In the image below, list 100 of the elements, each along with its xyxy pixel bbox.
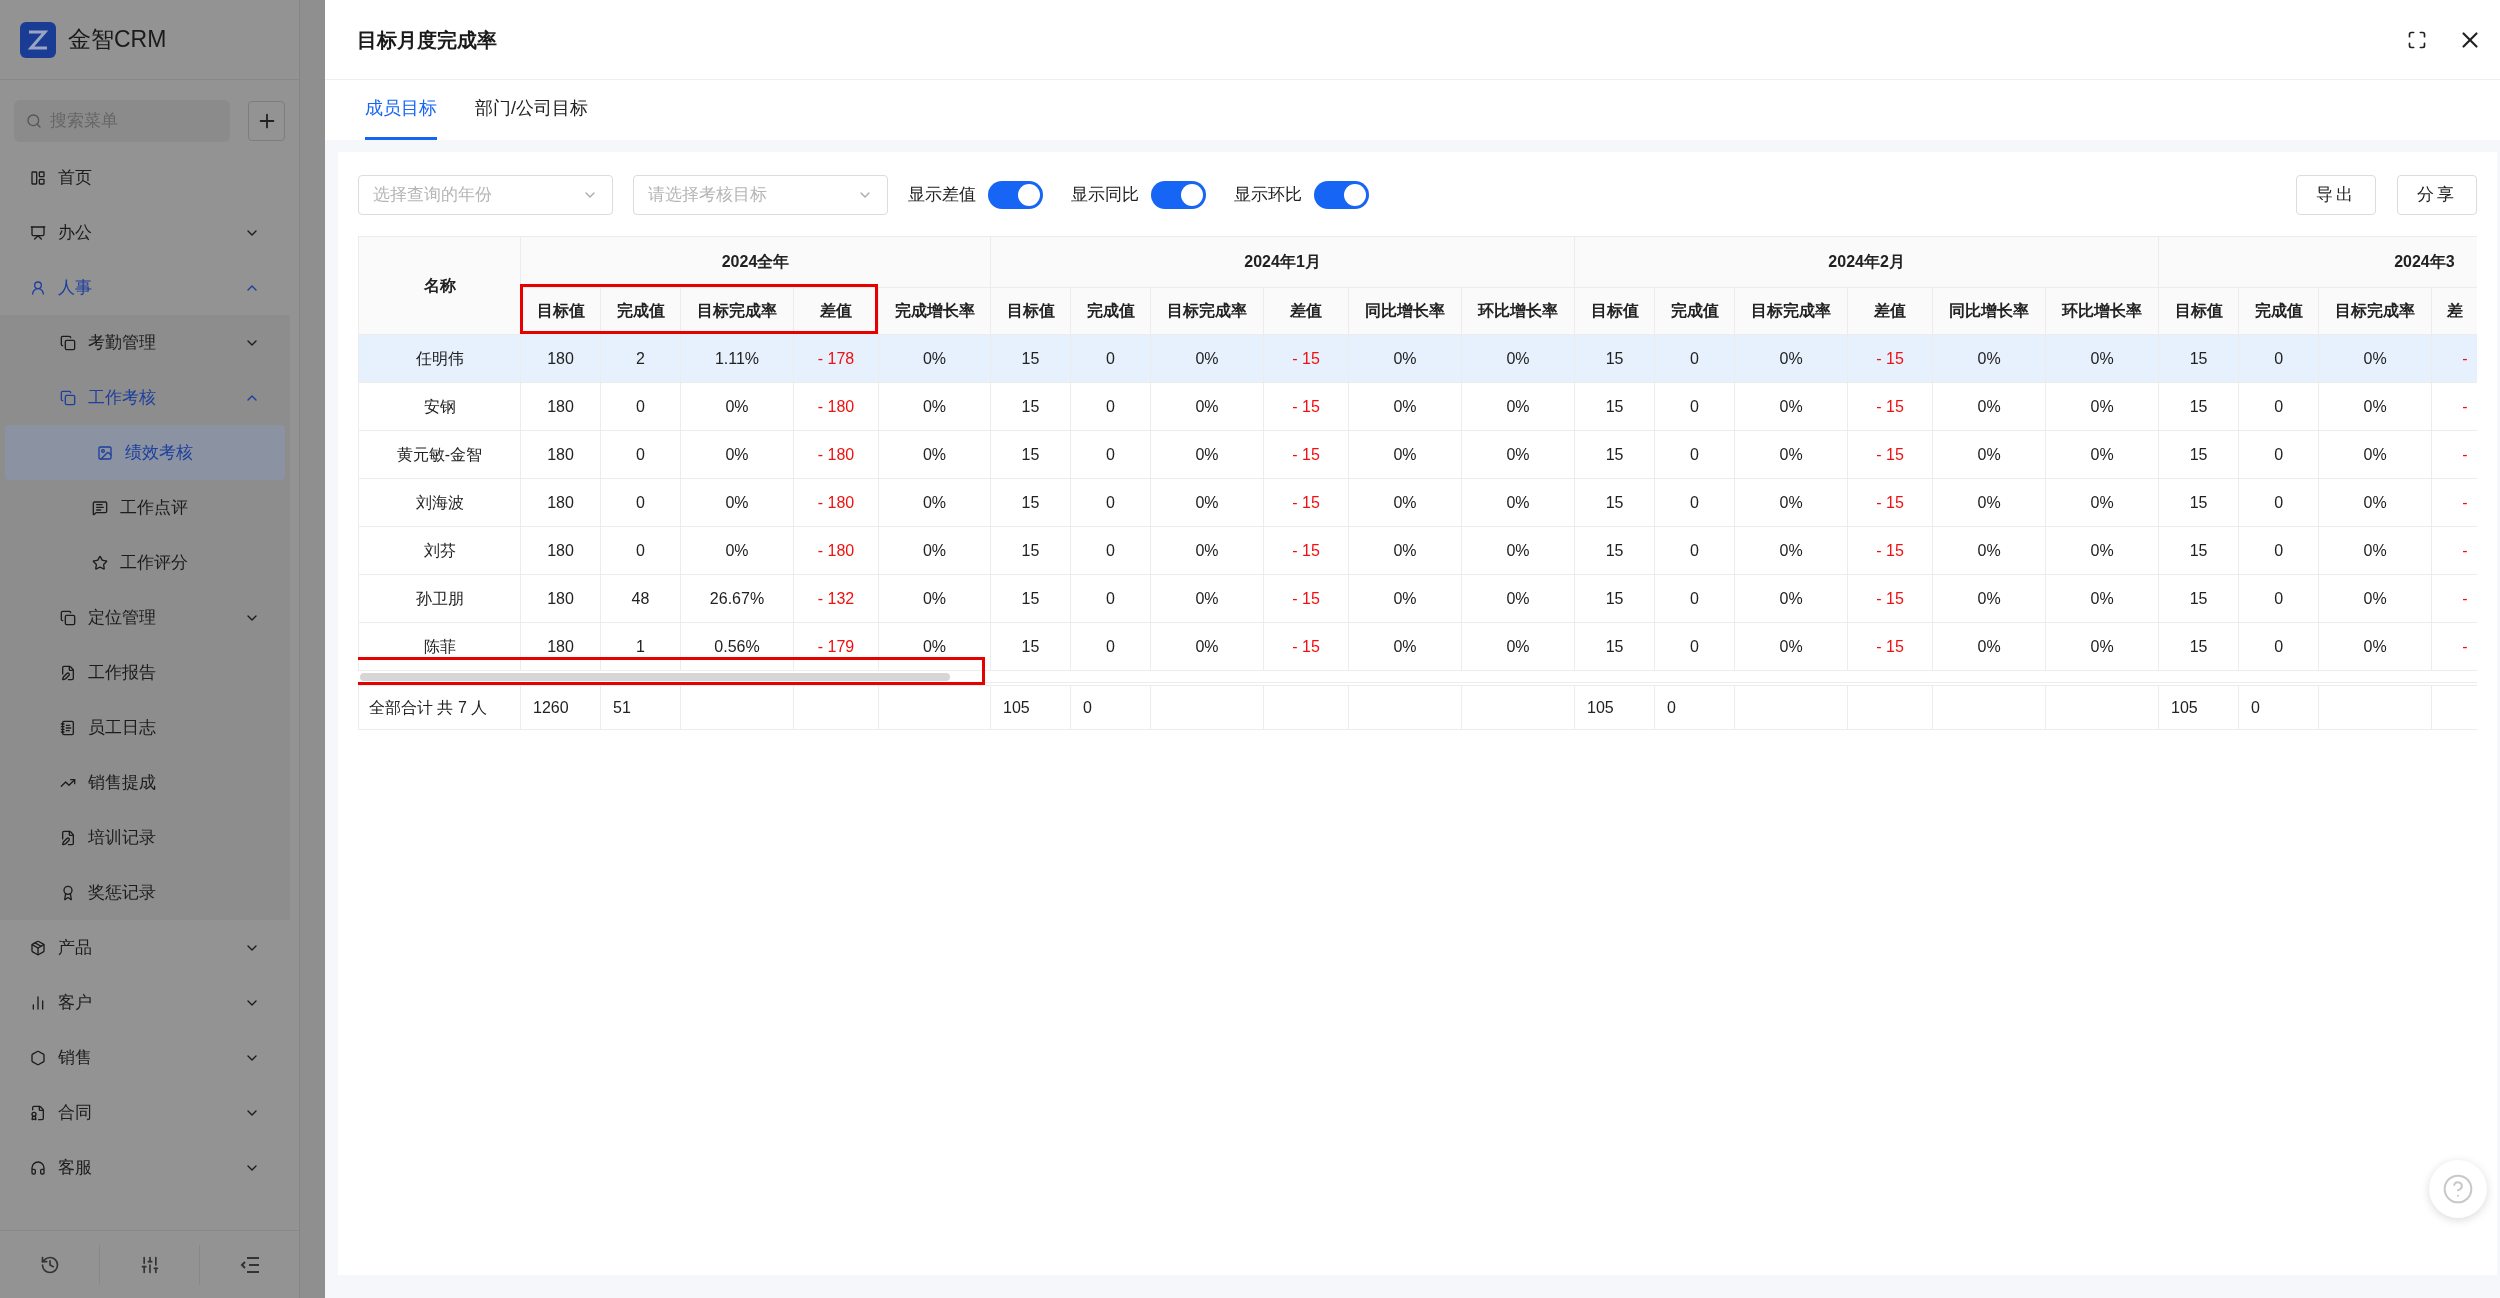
table-cell: - 15 — [1263, 622, 1349, 671]
table-cell: 0% — [1932, 478, 2046, 527]
logo-icon — [20, 21, 56, 58]
table-cell: 1 — [600, 622, 681, 671]
menu-item[interactable]: 产品 — [0, 920, 290, 975]
table-cell: 黄元敏-金智 — [358, 430, 521, 479]
column-header: 完成值 — [2238, 287, 2319, 335]
menu-item[interactable]: 工作报告 — [0, 645, 290, 700]
group-header: 2024全年 — [520, 236, 991, 288]
table-cell: - 15 — [1847, 430, 1933, 479]
table-cell: 0% — [2318, 622, 2432, 671]
column-header: 差值 — [1263, 287, 1349, 335]
table-cell: 0% — [1461, 526, 1575, 575]
column-header: 差值 — [793, 287, 879, 335]
menu-item[interactable]: 培训记录 — [0, 810, 290, 865]
menu-item[interactable]: 合同 — [0, 1085, 290, 1140]
table-row[interactable]: 孙卫朋 180 48 26.67% - 132 0% 15 0 0% - 15 0% 0% 15 0 0% - 15 0% 0% 15 0 0% - — [358, 574, 2477, 623]
star-icon — [92, 554, 108, 571]
fullscreen-icon[interactable] — [2407, 29, 2427, 50]
table-cell: 0% — [680, 478, 794, 527]
menu-item[interactable]: 绩效考核 — [5, 425, 285, 480]
sliders-icon[interactable] — [139, 1254, 160, 1275]
table-cell: 0% — [1150, 574, 1264, 623]
table-cell: 0% — [1932, 382, 2046, 431]
toggle-switch[interactable] — [1314, 181, 1369, 209]
menu-item[interactable]: 奖惩记录 — [0, 865, 290, 920]
copy-icon — [60, 609, 76, 626]
table-row[interactable]: 黄元敏-金智 180 0 0% - 180 0% 15 0 0% - 15 0% 0% 15 0 0% - 15 0% 0% 15 0 0% - — [358, 430, 2477, 479]
table-cell: 0% — [1348, 382, 1462, 431]
tab[interactable]: 成员目标 — [365, 80, 437, 140]
tab[interactable]: 部门/公司目标 — [475, 80, 588, 140]
action-button[interactable]: 导出 — [2296, 175, 2376, 215]
table-cell: 0 — [600, 526, 681, 575]
table-cell: - 179 — [793, 622, 879, 671]
table-cell: 0% — [1932, 334, 2046, 383]
table-cell: 0% — [1932, 622, 2046, 671]
table-cell: 0% — [1348, 478, 1462, 527]
table-cell: - 15 — [1847, 526, 1933, 575]
menu-item[interactable]: 员工日志 — [0, 700, 290, 755]
drawer-title: 目标月度完成率 — [357, 27, 498, 53]
menu-item[interactable]: 销售提成 — [0, 755, 290, 810]
table-cell: 0% — [1461, 622, 1575, 671]
table-cell: 安钢 — [358, 382, 521, 431]
table-row[interactable]: 任明伟 180 2 1.11% - 178 0% 15 0 0% - 15 0% 0% 15 0 0% - 15 0% 0% 15 0 0% - — [358, 334, 2477, 383]
headset-icon — [30, 1159, 46, 1176]
column-header: 目标值 — [2158, 287, 2239, 335]
table-row[interactable]: 安钢 180 0 0% - 180 0% 15 0 0% - 15 0% 0% 15 0 0% - 15 0% 0% 15 0 0% - — [358, 382, 2477, 431]
table-cell: 0% — [1150, 382, 1264, 431]
table-cell: - 132 — [793, 574, 879, 623]
toggle-switch[interactable] — [988, 181, 1043, 209]
table-cell: 180 — [520, 622, 601, 671]
menu-item[interactable]: 工作考核 — [0, 370, 290, 425]
add-button[interactable] — [248, 101, 285, 141]
document-edit-icon — [60, 829, 76, 846]
table-cell: 26.67% — [680, 574, 794, 623]
menu-item[interactable]: 办公 — [0, 205, 290, 260]
table-cell: 0% — [1734, 430, 1848, 479]
table-row[interactable]: 刘芬 180 0 0% - 180 0% 15 0 0% - 15 0% 0% 15 0 0% - 15 0% 0% 15 0 0% - — [358, 526, 2477, 575]
table-cell: 0% — [1150, 526, 1264, 575]
menu-item[interactable]: 销售 — [0, 1030, 290, 1085]
menu-item[interactable]: 定位管理 — [0, 590, 290, 645]
table-cell: 0 — [2238, 478, 2319, 527]
table-cell: 0% — [1932, 526, 2046, 575]
menu-item[interactable]: 首页 — [0, 150, 290, 205]
collapse-menu-icon[interactable] — [238, 1255, 261, 1274]
history-icon[interactable] — [39, 1254, 60, 1275]
column-header: 同比增长率 — [1348, 287, 1462, 335]
table-cell: 0% — [2318, 430, 2432, 479]
menu-item[interactable]: 考勤管理 — [0, 315, 290, 370]
notebook-icon — [60, 719, 76, 736]
column-header: 环比增长率 — [2045, 287, 2159, 335]
table-cell: - 15 — [1263, 382, 1349, 431]
table-cell: 0% — [2045, 334, 2159, 383]
table-row[interactable]: 陈菲 180 1 0.56% - 179 0% 15 0 0% - 15 0% 0% 15 0 0% - 15 0% 0% 15 0 0% - — [358, 622, 2477, 671]
table-cell: 180 — [520, 382, 601, 431]
table-cell: 15 — [2158, 334, 2239, 383]
menu-item[interactable]: 工作评分 — [0, 535, 290, 590]
table-cell: 15 — [2158, 622, 2239, 671]
table-cell: 15 — [2158, 574, 2239, 623]
toggle-switch[interactable] — [1151, 181, 1206, 209]
menu-item[interactable]: 客服 — [0, 1140, 290, 1195]
table-cell: 0 — [2238, 622, 2319, 671]
menu-item[interactable]: 人事 — [0, 260, 290, 315]
menu-item[interactable]: 客户 — [0, 975, 290, 1030]
table-cell: 15 — [990, 526, 1071, 575]
table-cell: 0 — [1070, 526, 1151, 575]
menu-item[interactable]: 工作点评 — [0, 480, 290, 535]
table-cell: 15 — [2158, 478, 2239, 527]
table-cell: 15 — [1574, 622, 1655, 671]
action-button[interactable]: 分享 — [2397, 175, 2477, 215]
column-header: 目标完成率 — [1150, 287, 1264, 335]
table-cell: 0% — [1348, 574, 1462, 623]
table-row[interactable]: 刘海波 180 0 0% - 180 0% 15 0 0% - 15 0% 0% 15 0 0% - 15 0% 0% 15 0 0% - — [358, 478, 2477, 527]
table-cell: 0% — [878, 430, 991, 479]
group-header: 2024年3 — [2158, 236, 2477, 288]
table-cell: 0 — [1070, 382, 1151, 431]
table-cell: 0 — [2238, 526, 2319, 575]
table-cell: 0 — [1070, 685, 1151, 730]
scrollbar[interactable] — [360, 673, 950, 681]
table-cell: 0% — [1734, 382, 1848, 431]
